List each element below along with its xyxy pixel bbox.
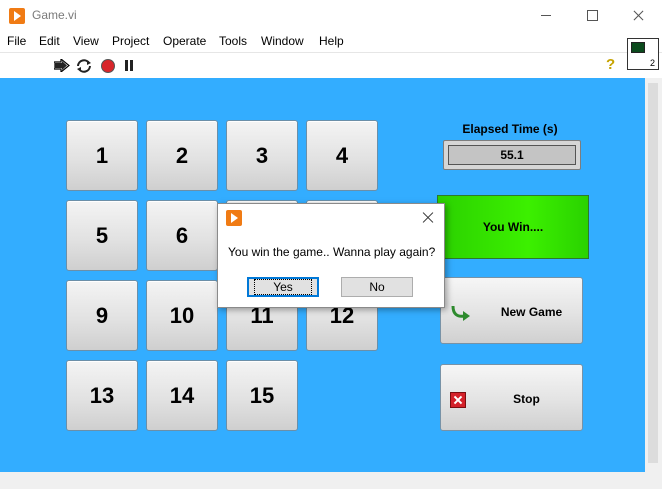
abort-icon[interactable] bbox=[101, 59, 115, 73]
tile-label: 9 bbox=[95, 303, 109, 328]
menu-help[interactable]: Help bbox=[319, 34, 344, 48]
elapsed-time-label: Elapsed Time (s) bbox=[462, 122, 558, 136]
minimize-button[interactable] bbox=[523, 0, 569, 31]
tile-label: 13 bbox=[89, 383, 115, 408]
yes-label: Yes bbox=[254, 279, 312, 295]
pause-icon[interactable] bbox=[124, 60, 134, 71]
vertical-scroll-thumb[interactable] bbox=[648, 83, 658, 463]
run-continuously-icon[interactable] bbox=[75, 58, 93, 74]
menu-file[interactable]: File bbox=[7, 34, 26, 48]
elapsed-time-indicator: 55.1 bbox=[443, 140, 581, 170]
horizontal-scrollbar[interactable] bbox=[0, 472, 662, 489]
tile-14[interactable]: 14 bbox=[146, 360, 218, 431]
title-bar: Game.vi bbox=[0, 0, 662, 31]
tile-9[interactable]: 9 bbox=[66, 280, 138, 351]
menu-edit[interactable]: Edit bbox=[39, 34, 60, 48]
stop-icon bbox=[450, 392, 466, 408]
menu-project[interactable]: Project bbox=[112, 34, 149, 48]
tile-label: 15 bbox=[249, 383, 275, 408]
tile-6[interactable]: 6 bbox=[146, 200, 218, 271]
tile-3[interactable]: 3 bbox=[226, 120, 298, 191]
tile-2[interactable]: 2 bbox=[146, 120, 218, 191]
toolbar: ? bbox=[0, 52, 662, 79]
stop-label: Stop bbox=[513, 392, 540, 406]
tile-4[interactable]: 4 bbox=[306, 120, 378, 191]
refresh-arrow-icon bbox=[451, 305, 470, 321]
tile-1[interactable]: 1 bbox=[66, 120, 138, 191]
elapsed-time-value: 55.1 bbox=[448, 145, 576, 165]
tile-label: 5 bbox=[95, 223, 109, 248]
vi-icon-number: 2 bbox=[649, 58, 655, 68]
vi-icon-screen bbox=[631, 42, 645, 53]
context-help-icon[interactable]: ? bbox=[606, 56, 615, 73]
maximize-button[interactable] bbox=[569, 0, 615, 31]
tile-15[interactable]: 15 bbox=[226, 360, 298, 431]
labview-dialog-icon bbox=[226, 210, 242, 226]
no-button[interactable]: No bbox=[341, 277, 413, 297]
menu-window[interactable]: Window bbox=[261, 34, 304, 48]
close-window-button[interactable] bbox=[615, 0, 661, 31]
menu-operate[interactable]: Operate bbox=[163, 34, 206, 48]
stop-button[interactable]: Stop bbox=[440, 364, 583, 431]
dialog-close-icon[interactable] bbox=[421, 210, 435, 224]
tile-5[interactable]: 5 bbox=[66, 200, 138, 271]
tile-label: 14 bbox=[169, 383, 195, 408]
menu-tools[interactable]: Tools bbox=[219, 34, 247, 48]
vi-icon[interactable]: 2 bbox=[627, 38, 659, 70]
tile-label: 10 bbox=[169, 303, 195, 328]
tile-label: 4 bbox=[335, 143, 349, 168]
new-game-button[interactable]: New Game bbox=[440, 277, 583, 344]
tile-label: 6 bbox=[175, 223, 189, 248]
tile-label: 3 bbox=[255, 143, 269, 168]
new-game-label: New Game bbox=[500, 305, 563, 319]
dialog-message: You win the game.. Wanna play again? bbox=[228, 245, 436, 259]
play-again-dialog: You win the game.. Wanna play again? Yes… bbox=[217, 203, 445, 308]
tile-label: 1 bbox=[95, 143, 109, 168]
labview-app-icon bbox=[9, 8, 25, 24]
window-title: Game.vi bbox=[32, 8, 77, 22]
tile-10[interactable]: 10 bbox=[146, 280, 218, 351]
win-status-indicator: You Win.... bbox=[437, 195, 589, 259]
tile-label: 2 bbox=[175, 143, 189, 168]
win-status-text: You Win.... bbox=[482, 220, 544, 234]
yes-button[interactable]: Yes bbox=[247, 277, 319, 297]
menu-bar: File Edit View Project Operate Tools Win… bbox=[0, 31, 662, 51]
menu-view[interactable]: View bbox=[73, 34, 99, 48]
tile-13[interactable]: 13 bbox=[66, 360, 138, 431]
run-arrow-icon[interactable] bbox=[54, 59, 70, 72]
